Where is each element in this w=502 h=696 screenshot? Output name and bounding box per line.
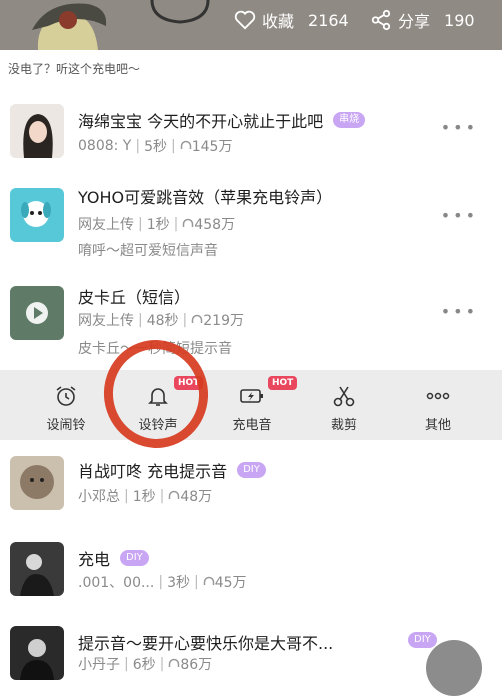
favorite-count: 2164 bbox=[308, 10, 349, 30]
song-row[interactable]: 肖战叮咚 充电提示音 DIY 小邓总 | 1秒 | 48万 bbox=[0, 452, 502, 522]
song-title: YOHO可爱跳音效（苹果充电铃声） bbox=[78, 188, 333, 207]
song-title: 提示音～要开心要快乐你是大哥不... DIY bbox=[78, 630, 478, 654]
song-meta: 小丹子 | 6秒 | 86万 bbox=[78, 656, 213, 673]
list-prompt: 没电了？听这个充电吧～ bbox=[8, 62, 141, 76]
trim-button[interactable]: 裁剪 bbox=[304, 370, 384, 440]
song-row[interactable]: YOHO可爱跳音效（苹果充电铃声） 网友上传 | 1秒 | 458万 唷呼～超可爱短信… bbox=[0, 184, 502, 270]
header-artwork bbox=[32, 3, 107, 50]
share-button[interactable]: 分享 190 bbox=[370, 8, 475, 32]
set-alarm-label: 设闹铃 bbox=[46, 418, 86, 433]
song-cover bbox=[10, 626, 64, 680]
more-options-button[interactable]: ••• bbox=[441, 118, 478, 137]
headphones-icon bbox=[192, 314, 203, 323]
charging-sound-label: 充电音 bbox=[232, 418, 272, 433]
share-icon bbox=[371, 9, 391, 31]
song-meta: 网友上传 | 1秒 | 458万 bbox=[78, 216, 236, 233]
more-options-button[interactable]: ••• bbox=[441, 206, 478, 225]
song-cover bbox=[10, 188, 64, 242]
bell-icon bbox=[148, 388, 168, 406]
other-options-button[interactable]: 其他 bbox=[398, 370, 478, 440]
song-cover bbox=[10, 542, 64, 596]
more-icon bbox=[426, 392, 450, 400]
heart-icon bbox=[234, 10, 256, 30]
song-tag: DIY bbox=[237, 462, 266, 478]
scissors-icon bbox=[333, 386, 355, 407]
song-meta: .001、00... | 3秒 | 45万 bbox=[78, 574, 247, 591]
headphones-icon bbox=[169, 490, 180, 499]
song-title: 皮卡丘（短信） bbox=[78, 288, 191, 307]
song-tag: DIY bbox=[120, 550, 149, 566]
charging-sound-button[interactable]: HOT 充电音 bbox=[212, 370, 298, 440]
song-row[interactable]: 海绵宝宝 今天的不开心就止于此吧 串烧 0808: Y | 5秒 | 145万 ••• bbox=[0, 100, 502, 170]
more-options-button[interactable]: ••• bbox=[441, 302, 478, 321]
song-meta: 小邓总 | 1秒 | 48万 bbox=[78, 488, 213, 505]
song-action-bar: 设闹铃 HOT 设铃声 HOT 充电音 裁剪 其他 bbox=[0, 370, 502, 440]
floating-player-button[interactable] bbox=[426, 640, 482, 696]
header-artwork-2 bbox=[150, 0, 210, 24]
favorite-label: 收藏 bbox=[262, 12, 295, 31]
song-cover bbox=[10, 456, 64, 510]
song-cover bbox=[10, 104, 64, 158]
song-subtitle: 唷呼～超可爱短信声音 bbox=[78, 243, 218, 259]
song-title: 海绵宝宝 今天的不开心就止于此吧 串烧 bbox=[78, 108, 366, 132]
song-cover bbox=[10, 286, 64, 340]
song-tag: 串烧 bbox=[333, 112, 366, 128]
set-ringtone-label: 设铃声 bbox=[138, 418, 178, 433]
trim-label: 裁剪 bbox=[330, 418, 357, 433]
song-subtitle: 皮卡丘～一秒简短提示音 bbox=[78, 341, 232, 357]
headphones-icon bbox=[183, 218, 194, 227]
favorite-button[interactable]: 收藏 2164 bbox=[234, 8, 349, 32]
hot-badge: HOT bbox=[268, 376, 298, 390]
hot-badge: HOT bbox=[174, 376, 204, 390]
share-label: 分享 bbox=[398, 12, 431, 31]
song-tag: DIY bbox=[408, 632, 437, 648]
header-bar: 收藏 2164 分享 190 bbox=[0, 0, 502, 50]
other-options-label: 其他 bbox=[424, 418, 451, 433]
headphones-icon bbox=[203, 576, 214, 585]
song-meta: 0808: Y | 5秒 | 145万 bbox=[78, 138, 233, 155]
song-meta: 网友上传 | 48秒 | 219万 bbox=[78, 312, 244, 329]
share-count: 190 bbox=[444, 10, 475, 30]
set-ringtone-button[interactable]: HOT 设铃声 bbox=[118, 370, 204, 440]
battery-charging-icon bbox=[240, 389, 263, 403]
song-row[interactable]: 充电 DIY .001、00... | 3秒 | 45万 bbox=[0, 538, 502, 608]
song-title: 肖战叮咚 充电提示音 DIY bbox=[78, 458, 266, 482]
set-alarm-button[interactable]: 设闹铃 bbox=[26, 370, 106, 440]
headphones-icon bbox=[180, 140, 191, 149]
headphones-icon bbox=[169, 658, 180, 667]
song-title: 充电 DIY bbox=[78, 546, 149, 570]
alarm-clock-icon bbox=[56, 386, 76, 406]
song-row[interactable]: 皮卡丘（短信） 网友上传 | 48秒 | 219万 皮卡丘～一秒简短提示音 ••• bbox=[0, 284, 502, 364]
